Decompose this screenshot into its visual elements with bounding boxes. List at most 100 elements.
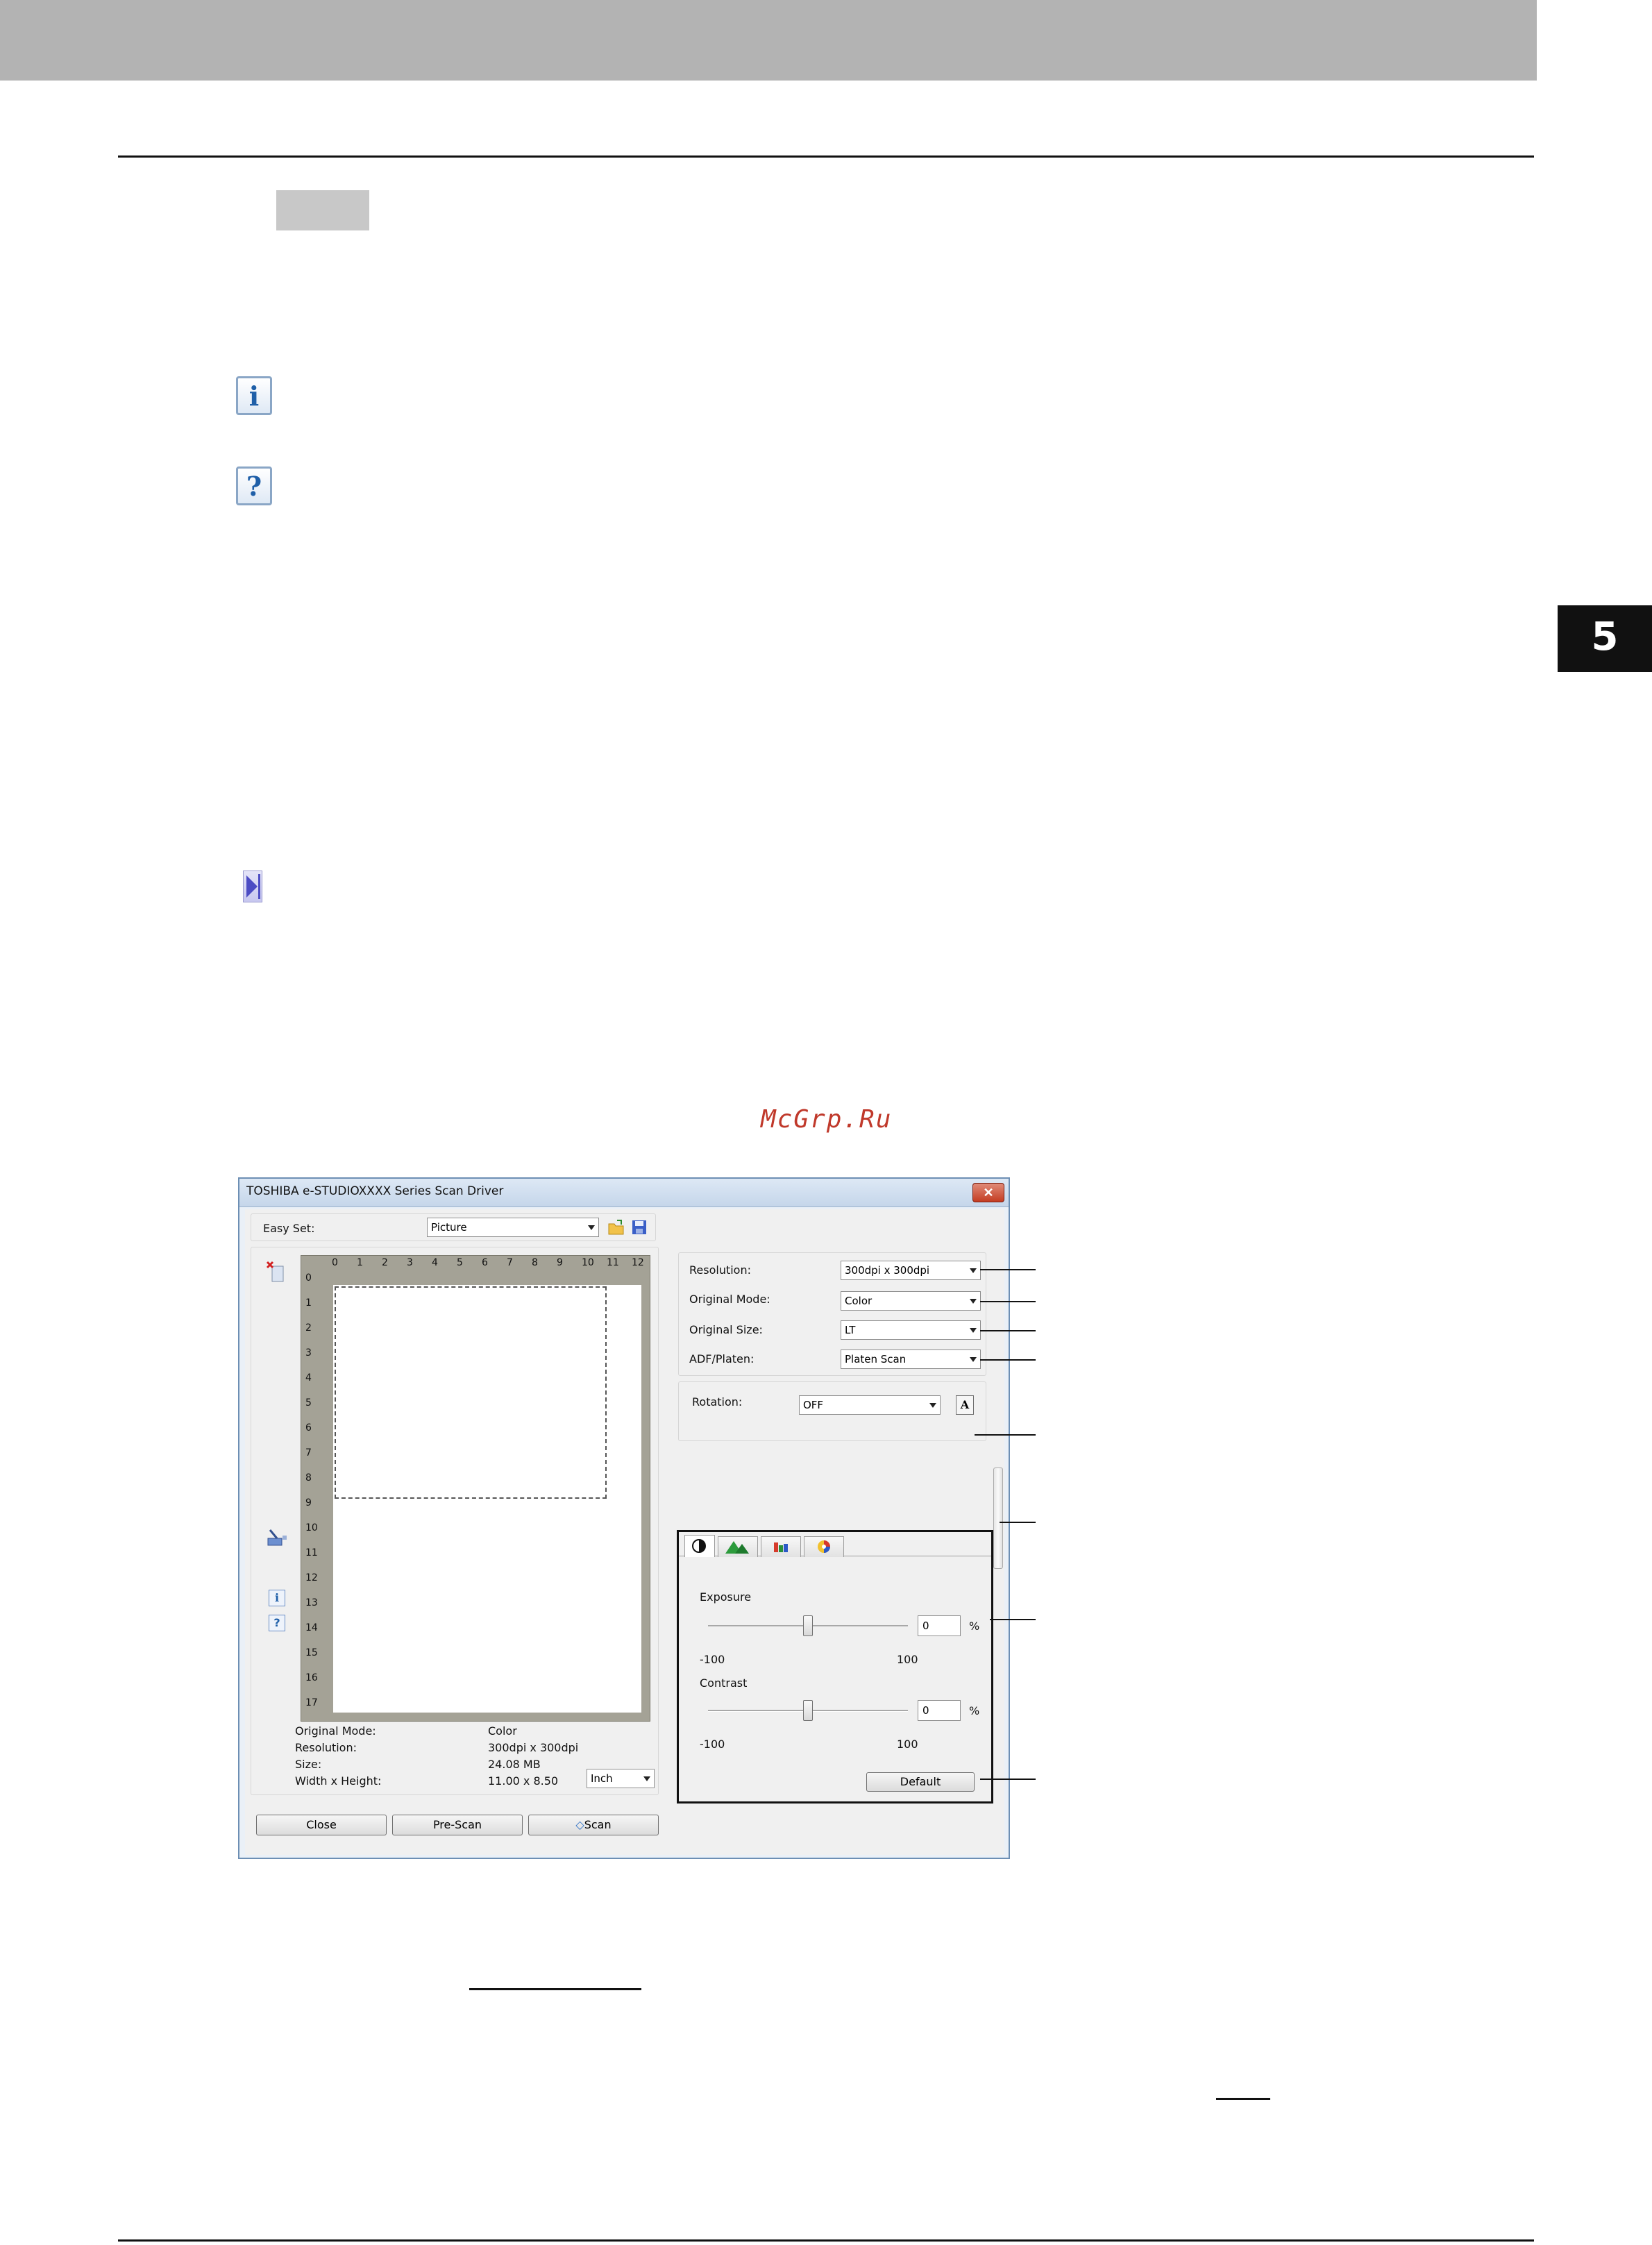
clear-preview-icon[interactable] xyxy=(266,1261,287,1284)
ruler-x-tick: 9 xyxy=(557,1257,563,1268)
help-icon: ? xyxy=(236,466,272,505)
text-underline xyxy=(469,1988,641,1990)
chapter-tab-underline xyxy=(1558,668,1652,672)
ruler-y-tick: 8 xyxy=(305,1472,312,1483)
chevron-down-icon xyxy=(970,1357,977,1362)
chevron-down-icon xyxy=(970,1268,977,1273)
tab-color-balance[interactable] xyxy=(761,1536,801,1557)
original-mode-select[interactable]: Color xyxy=(841,1291,981,1311)
chevron-down-icon xyxy=(929,1403,936,1408)
ruler-y-tick: 11 xyxy=(305,1547,318,1558)
info-label: Resolution: xyxy=(295,1741,357,1754)
ruler-y-tick: 10 xyxy=(305,1522,318,1533)
scan-button[interactable]: ◇Scan xyxy=(528,1815,659,1835)
ruler-y-tick: 9 xyxy=(305,1497,312,1508)
chevron-down-icon xyxy=(970,1299,977,1304)
tab-sharpness[interactable] xyxy=(718,1536,758,1557)
color-balance-tab-icon xyxy=(774,1542,788,1552)
ruler-x-tick: 0 xyxy=(332,1257,338,1268)
section-marker-box xyxy=(276,190,369,230)
window-client: Easy Set: Picture i ? 0 1 2 3 4 5 6 7 8 9 10 11 12 0… xyxy=(245,1209,1004,1855)
ruler-y-tick: 2 xyxy=(305,1322,312,1334)
settings-label: ADF/Platen: xyxy=(689,1352,755,1365)
resolution-select[interactable]: 300dpi x 300dpi xyxy=(841,1261,981,1280)
chevron-down-icon xyxy=(970,1328,977,1333)
ruler-y-tick: 13 xyxy=(305,1597,318,1608)
ruler-x-tick: 10 xyxy=(582,1257,594,1268)
ruler-x-tick: 6 xyxy=(482,1257,488,1268)
ruler-x-tick: 1 xyxy=(357,1257,363,1268)
save-icon[interactable] xyxy=(631,1219,648,1236)
easy-set-label: Easy Set: xyxy=(263,1222,315,1235)
unit-select[interactable]: Inch xyxy=(587,1769,655,1788)
info-value: 24.08 MB xyxy=(488,1758,541,1771)
settings-label: Resolution: xyxy=(689,1263,751,1277)
contrast-slider-thumb[interactable] xyxy=(803,1700,813,1721)
original-mode-value: Color xyxy=(845,1295,873,1307)
footer-rule xyxy=(118,2239,1534,2242)
default-button[interactable]: Default xyxy=(866,1772,975,1792)
adf-platen-value: Platen Scan xyxy=(845,1353,907,1365)
info-label: Width x Height: xyxy=(295,1774,382,1788)
exposure-min: -100 xyxy=(700,1653,725,1666)
original-size-select[interactable]: LT xyxy=(841,1320,981,1340)
contrast-unit: % xyxy=(969,1704,980,1717)
exposure-label: Exposure xyxy=(700,1590,752,1604)
rotation-label: Rotation: xyxy=(692,1395,743,1409)
info-value: 11.00 x 8.50 xyxy=(488,1774,559,1788)
procedure-arrow-icon xyxy=(243,871,262,902)
rotation-preview-button[interactable]: A xyxy=(956,1395,974,1415)
info-label: Size: xyxy=(295,1758,322,1771)
easy-set-select[interactable]: Picture xyxy=(427,1218,599,1237)
close-button[interactable]: Close xyxy=(256,1815,387,1835)
contrast-max: 100 xyxy=(897,1738,918,1751)
ruler-y-tick: 7 xyxy=(305,1447,312,1458)
window-close-button[interactable]: ✕ xyxy=(972,1183,1004,1202)
rotation-select[interactable]: OFF xyxy=(799,1395,941,1415)
info-value: Color xyxy=(488,1724,517,1738)
easy-set-value: Picture xyxy=(431,1221,467,1234)
help-icon[interactable]: ? xyxy=(269,1615,285,1631)
exposure-input[interactable]: 0 xyxy=(918,1615,961,1636)
exposure-slider-thumb[interactable] xyxy=(803,1615,813,1636)
chevron-down-icon xyxy=(588,1225,595,1230)
scan-driver-window: TOSHIBA e-STUDIOXXXX Series Scan Driver … xyxy=(238,1177,1010,1859)
ruler-y-tick: 15 xyxy=(305,1647,318,1658)
scan-selection[interactable] xyxy=(335,1286,607,1499)
tab-color-adjust[interactable] xyxy=(804,1536,844,1557)
title-bar: TOSHIBA e-STUDIOXXXX Series Scan Driver … xyxy=(239,1179,1009,1207)
ruler-y-tick: 17 xyxy=(305,1697,318,1708)
callout-line xyxy=(980,1330,1036,1331)
scan-button-label: Scan xyxy=(584,1818,612,1831)
vertical-ruler: 0 1 2 3 4 5 6 7 8 9 10 11 12 13 14 15 16 17 xyxy=(301,1256,318,1722)
scan-icon: ◇ xyxy=(575,1818,584,1831)
callout-line xyxy=(980,1779,1036,1780)
scanner-icon[interactable] xyxy=(266,1527,288,1548)
scrollbar-thumb[interactable] xyxy=(993,1468,1003,1569)
callout-line xyxy=(975,1434,1036,1436)
color-wheel-tab-icon xyxy=(818,1540,830,1553)
callout-line xyxy=(980,1301,1036,1302)
ruler-y-tick: 12 xyxy=(305,1572,318,1583)
watermark: McGrp.Ru xyxy=(761,1105,893,1134)
open-folder-icon[interactable] xyxy=(607,1219,625,1236)
info-value: 300dpi x 300dpi xyxy=(488,1741,579,1754)
exposure-unit: % xyxy=(969,1620,980,1633)
contrast-input[interactable]: 0 xyxy=(918,1700,961,1721)
tab-exposure[interactable] xyxy=(684,1535,715,1557)
adf-platen-select[interactable]: Platen Scan xyxy=(841,1349,981,1369)
chapter-tab: 5 xyxy=(1558,605,1652,668)
ruler-y-tick: 1 xyxy=(305,1297,312,1309)
text-underline xyxy=(1216,2098,1270,2100)
exposure-max: 100 xyxy=(897,1653,918,1666)
info-icon[interactable]: i xyxy=(269,1590,285,1606)
contrast-min: -100 xyxy=(700,1738,725,1751)
ruler-x-tick: 3 xyxy=(407,1257,413,1268)
exposure-tab-icon xyxy=(692,1539,706,1553)
preview-area[interactable]: 0 1 2 3 4 5 6 7 8 9 10 11 12 0 1 2 3 4 5 6 7 8 9 10 11 12 13 14 15 1… xyxy=(301,1255,650,1722)
prescan-button[interactable]: Pre-Scan xyxy=(392,1815,523,1835)
window-title: TOSHIBA e-STUDIOXXXX Series Scan Driver xyxy=(246,1184,504,1198)
sharpness-tab-icon xyxy=(725,1541,749,1554)
callout-line xyxy=(1000,1522,1036,1523)
original-size-value: LT xyxy=(845,1324,856,1336)
